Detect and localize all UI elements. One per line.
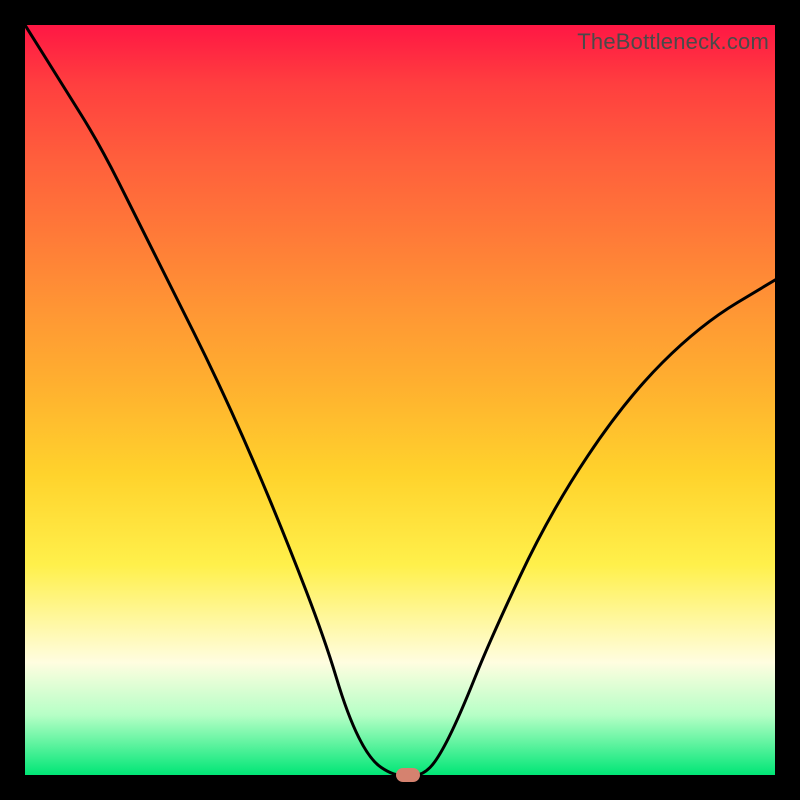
curve-path xyxy=(25,25,775,775)
minimum-marker xyxy=(396,768,420,782)
plot-area: TheBottleneck.com xyxy=(25,25,775,775)
chart-canvas: TheBottleneck.com xyxy=(0,0,800,800)
bottleneck-curve xyxy=(25,25,775,775)
